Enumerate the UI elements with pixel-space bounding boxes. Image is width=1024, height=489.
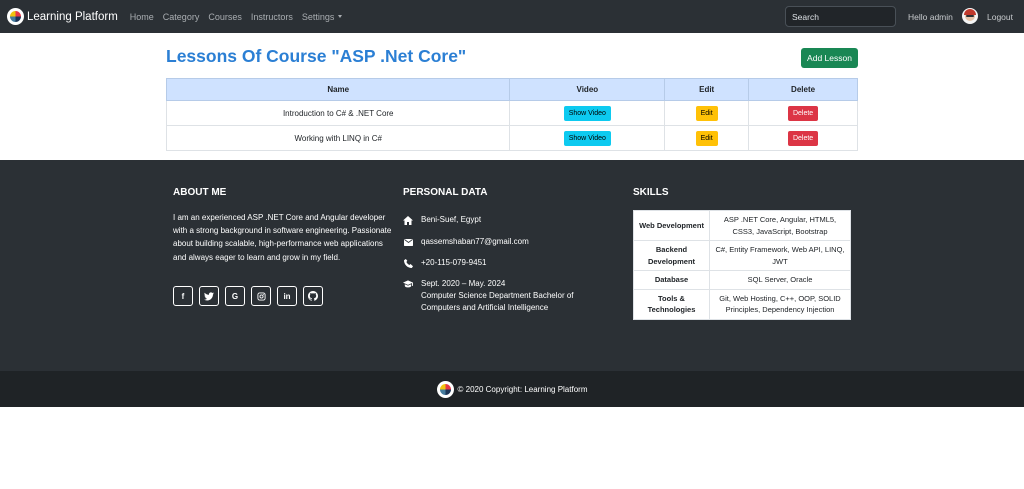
nav-link-home[interactable]: Home (130, 12, 154, 22)
github-icon[interactable] (303, 286, 323, 306)
brand-logo-icon (7, 8, 24, 25)
lesson-name: Introduction to C# & .NET Core (165, 100, 511, 126)
about-text: I am an experienced ASP .NET Core and An… (173, 213, 392, 262)
email-text: qassemshaban77@gmail.com (421, 237, 529, 246)
education-date: Sept. 2020 – May. 2024 (421, 279, 506, 288)
table-row: Introduction to C# & .NET Core Show Vide… (165, 100, 858, 126)
edit-button[interactable]: Edit (695, 130, 718, 146)
show-video-button[interactable]: Show Video (563, 130, 611, 146)
skill-category: Tools & Technologies (633, 288, 710, 320)
email-row: qassemshaban77@gmail.com (403, 236, 529, 248)
skill-values: Git, Web Hosting, C++, OOP, SOLID Princi… (709, 288, 851, 320)
add-lesson-button[interactable]: Add Lesson (801, 48, 858, 68)
edit-button[interactable]: Edit (695, 105, 718, 121)
about-heading: ABOUT ME (173, 187, 227, 198)
skill-values: SQL Server, Oracle (709, 270, 851, 290)
instagram-icon[interactable] (251, 286, 271, 306)
personal-data-heading: PERSONAL DATA (403, 187, 488, 198)
phone-icon (403, 258, 413, 268)
nav-link-instructors[interactable]: Instructors (251, 12, 293, 22)
column-header-name: Name (165, 78, 511, 101)
brand[interactable]: Learning Platform (7, 8, 118, 25)
navbar: Learning Platform Home Category Courses … (0, 0, 1024, 33)
facebook-icon[interactable]: f (173, 286, 193, 306)
table-row: Tools & Technologies Git, Web Hosting, C… (633, 288, 851, 320)
nav-link-courses[interactable]: Courses (208, 12, 242, 22)
nav-link-settings-label: Settings (301, 11, 335, 22)
phone-row: +20-115-079-9451 (403, 257, 486, 269)
social-links: f G in (173, 286, 329, 306)
column-header-edit: Edit (664, 78, 750, 101)
skills-table: Web Development ASP .NET Core, Angular, … (633, 210, 851, 320)
twitter-icon[interactable] (199, 286, 219, 306)
nav-links: Home Category Courses Instructors Settin… (130, 12, 352, 22)
linkedin-icon[interactable]: in (277, 286, 297, 306)
nav-dropdown-settings[interactable]: Settings (302, 12, 343, 22)
envelope-icon (403, 237, 413, 247)
column-header-video: Video (509, 78, 666, 101)
location-row: Beni-Suef, Egypt (403, 214, 481, 226)
skill-category: Database (633, 270, 710, 290)
user-avatar[interactable] (962, 8, 978, 24)
skill-category: Web Development (633, 210, 710, 241)
delete-button[interactable]: Delete (787, 130, 819, 146)
skill-values: C#, Entity Framework, Web API, LINQ, JWT (709, 240, 851, 271)
home-icon (403, 215, 413, 225)
lessons-table: Name Video Edit Delete Introduction to C… (165, 78, 858, 151)
chevron-down-icon (338, 15, 343, 18)
lesson-name: Working with LINQ in C# (165, 125, 511, 151)
copyright-text: © 2020 Copyright: Learning Platform (457, 384, 588, 394)
footer: ABOUT ME I am an experienced ASP .NET Co… (0, 160, 1024, 371)
table-row: Working with LINQ in C# Show Video Edit … (165, 125, 858, 151)
column-header-delete: Delete (748, 78, 858, 101)
greeting-text: Hello admin (908, 12, 953, 22)
table-row: Database SQL Server, Oracle (633, 270, 851, 290)
skill-category: Backend Development (633, 240, 710, 271)
graduation-cap-icon (403, 279, 413, 289)
search-input[interactable] (785, 6, 896, 27)
table-header-row: Name Video Edit Delete (165, 78, 858, 101)
nav-link-category[interactable]: Category (163, 12, 200, 22)
page-title: Lessons Of Course "ASP .Net Core" (166, 46, 467, 66)
skills-heading: SKILLS (633, 187, 669, 198)
table-row: Web Development ASP .NET Core, Angular, … (633, 210, 851, 241)
education-row: Sept. 2020 – May. 2024 Computer Science … (403, 278, 606, 314)
education-description: Computer Science Department Bachelor of … (421, 291, 574, 312)
logout-link[interactable]: Logout (987, 12, 1013, 22)
show-video-button[interactable]: Show Video (563, 105, 611, 121)
brand-name: Learning Platform (27, 10, 118, 23)
google-icon[interactable]: G (225, 286, 245, 306)
copyright-bar: © 2020 Copyright: Learning Platform (0, 371, 1024, 407)
table-row: Backend Development C#, Entity Framework… (633, 240, 851, 271)
phone-text: +20-115-079-9451 (421, 258, 487, 267)
location-text: Beni-Suef, Egypt (421, 215, 482, 224)
skill-values: ASP .NET Core, Angular, HTML5, CSS3, Jav… (709, 210, 851, 241)
brand-logo-icon (436, 380, 454, 398)
delete-button[interactable]: Delete (787, 105, 819, 121)
